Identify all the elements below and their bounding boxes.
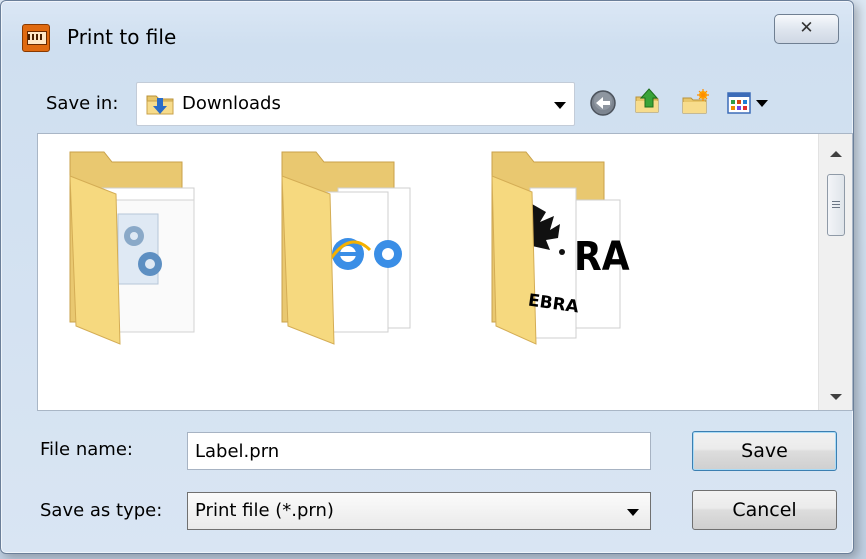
file-name-label: File name: — [40, 439, 133, 460]
app-icon-keys — [28, 34, 44, 40]
chevron-down-icon[interactable] — [554, 102, 566, 109]
save-button[interactable]: Save — [692, 431, 837, 471]
title-bar: Print to file ✕ — [1, 1, 853, 59]
save-as-type-label: Save as type: — [40, 500, 163, 521]
grip-icon — [832, 201, 840, 209]
scroll-thumb[interactable] — [827, 174, 845, 236]
window-title: Print to file — [67, 25, 177, 49]
save-in-value: Downloads — [182, 93, 281, 114]
save-in-label: Save in: — [46, 93, 119, 114]
up-folder-icon[interactable] — [634, 87, 662, 115]
save-in-dropdown[interactable]: Downloads — [136, 82, 575, 126]
vertical-scrollbar[interactable] — [818, 134, 852, 410]
chevron-down-icon[interactable] — [627, 509, 639, 516]
downloads-folder-icon — [146, 95, 174, 115]
save-as-type-dropdown[interactable]: Print file (*.prn) — [187, 492, 651, 530]
view-menu-icon[interactable] — [726, 89, 778, 117]
close-icon: ✕ — [799, 18, 814, 38]
new-folder-icon[interactable] — [681, 89, 709, 117]
folder-icon[interactable] — [278, 148, 418, 348]
scroll-up-icon[interactable] — [830, 151, 842, 157]
save-as-type-value: Print file (*.prn) — [195, 500, 334, 521]
printer-app-icon — [22, 24, 50, 52]
folder-icon[interactable] — [66, 148, 206, 348]
print-to-file-dialog: Print to file ✕ Save in: Downloads RA EB… — [0, 0, 854, 554]
cancel-button[interactable]: Cancel — [692, 490, 837, 530]
back-icon[interactable] — [589, 89, 617, 117]
zebra-preview-text: RA — [574, 234, 630, 280]
file-list-view[interactable]: RA EBRA — [37, 133, 853, 411]
scroll-down-icon[interactable] — [830, 394, 842, 400]
close-button[interactable]: ✕ — [774, 14, 839, 44]
file-name-field[interactable] — [187, 432, 651, 470]
